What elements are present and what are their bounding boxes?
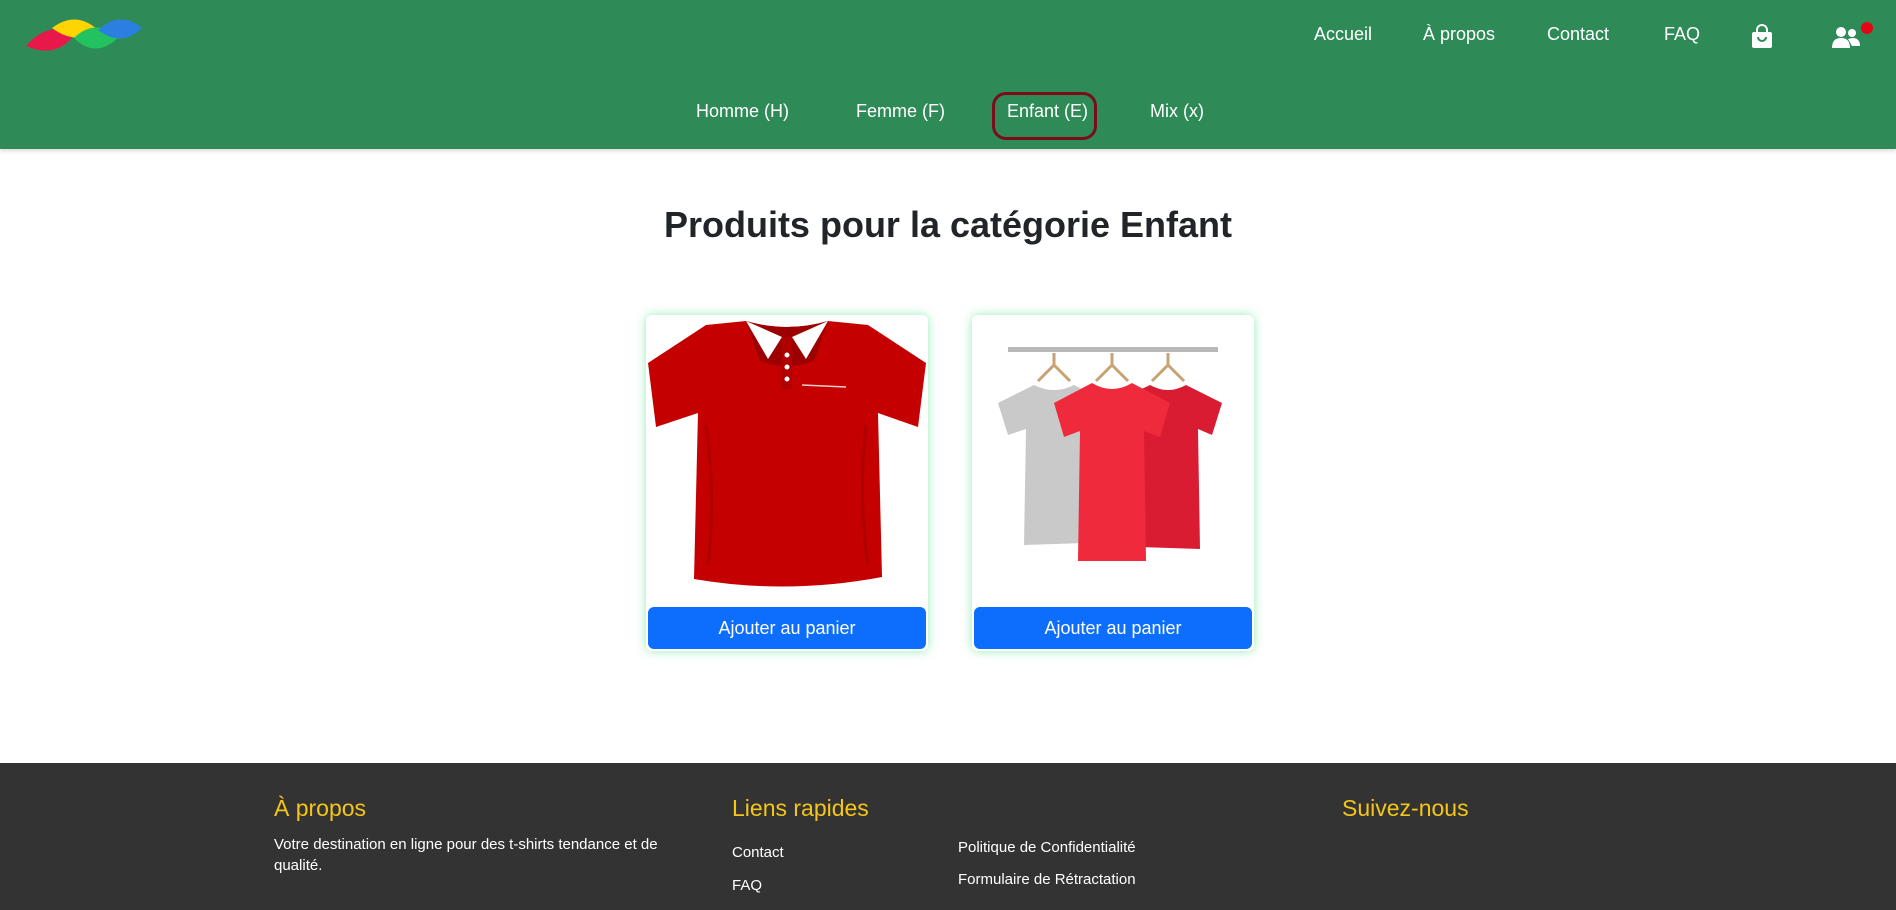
user-account-button[interactable]	[1831, 22, 1861, 52]
nav-accueil[interactable]: Accueil	[1314, 24, 1372, 45]
footer-social-heading: Suivez-nous	[1342, 795, 1469, 821]
red-polo-shirt-image[interactable]	[646, 315, 928, 605]
page-title: Produits pour la catégorie Enfant	[663, 204, 1233, 245]
footer-link-faq[interactable]: FAQ	[732, 877, 762, 894]
category-mix[interactable]: Mix (x)	[1150, 101, 1204, 122]
leaf-logo-icon[interactable]	[24, 12, 144, 60]
site-footer: À propos Votre destination en ligne pour…	[0, 763, 1896, 910]
tshirts-on-hangers-image[interactable]	[972, 315, 1254, 605]
footer-links-heading: Liens rapides	[732, 795, 869, 821]
users-icon	[1832, 27, 1860, 48]
footer-link-contact[interactable]: Contact	[732, 844, 784, 861]
add-to-cart-button[interactable]: Ajouter au panier	[648, 607, 926, 649]
nav-faq[interactable]: FAQ	[1664, 24, 1700, 45]
shopping-bag-icon	[1752, 24, 1772, 48]
category-femme[interactable]: Femme (F)	[856, 101, 945, 122]
category-homme[interactable]: Homme (H)	[696, 101, 789, 122]
site-header: Accueil À propos Contact FAQ Homme (H) F…	[0, 0, 1896, 149]
nav-a-propos[interactable]: À propos	[1423, 24, 1495, 45]
footer-about-heading: À propos	[274, 795, 367, 821]
footer-about-text: Votre destination en ligne pour des t-sh…	[274, 836, 658, 874]
footer-link-withdrawal-form[interactable]: Formulaire de Rétractation	[958, 871, 1136, 888]
cart-button[interactable]	[1747, 22, 1777, 52]
active-category-highlight	[992, 92, 1097, 140]
product-card: Ajouter au panier	[646, 315, 928, 651]
notification-dot	[1861, 22, 1873, 34]
nav-contact[interactable]: Contact	[1547, 24, 1609, 45]
add-to-cart-button[interactable]: Ajouter au panier	[974, 607, 1252, 649]
footer-link-privacy[interactable]: Politique de Confidentialité	[958, 839, 1136, 856]
product-card: Ajouter au panier	[972, 315, 1254, 651]
